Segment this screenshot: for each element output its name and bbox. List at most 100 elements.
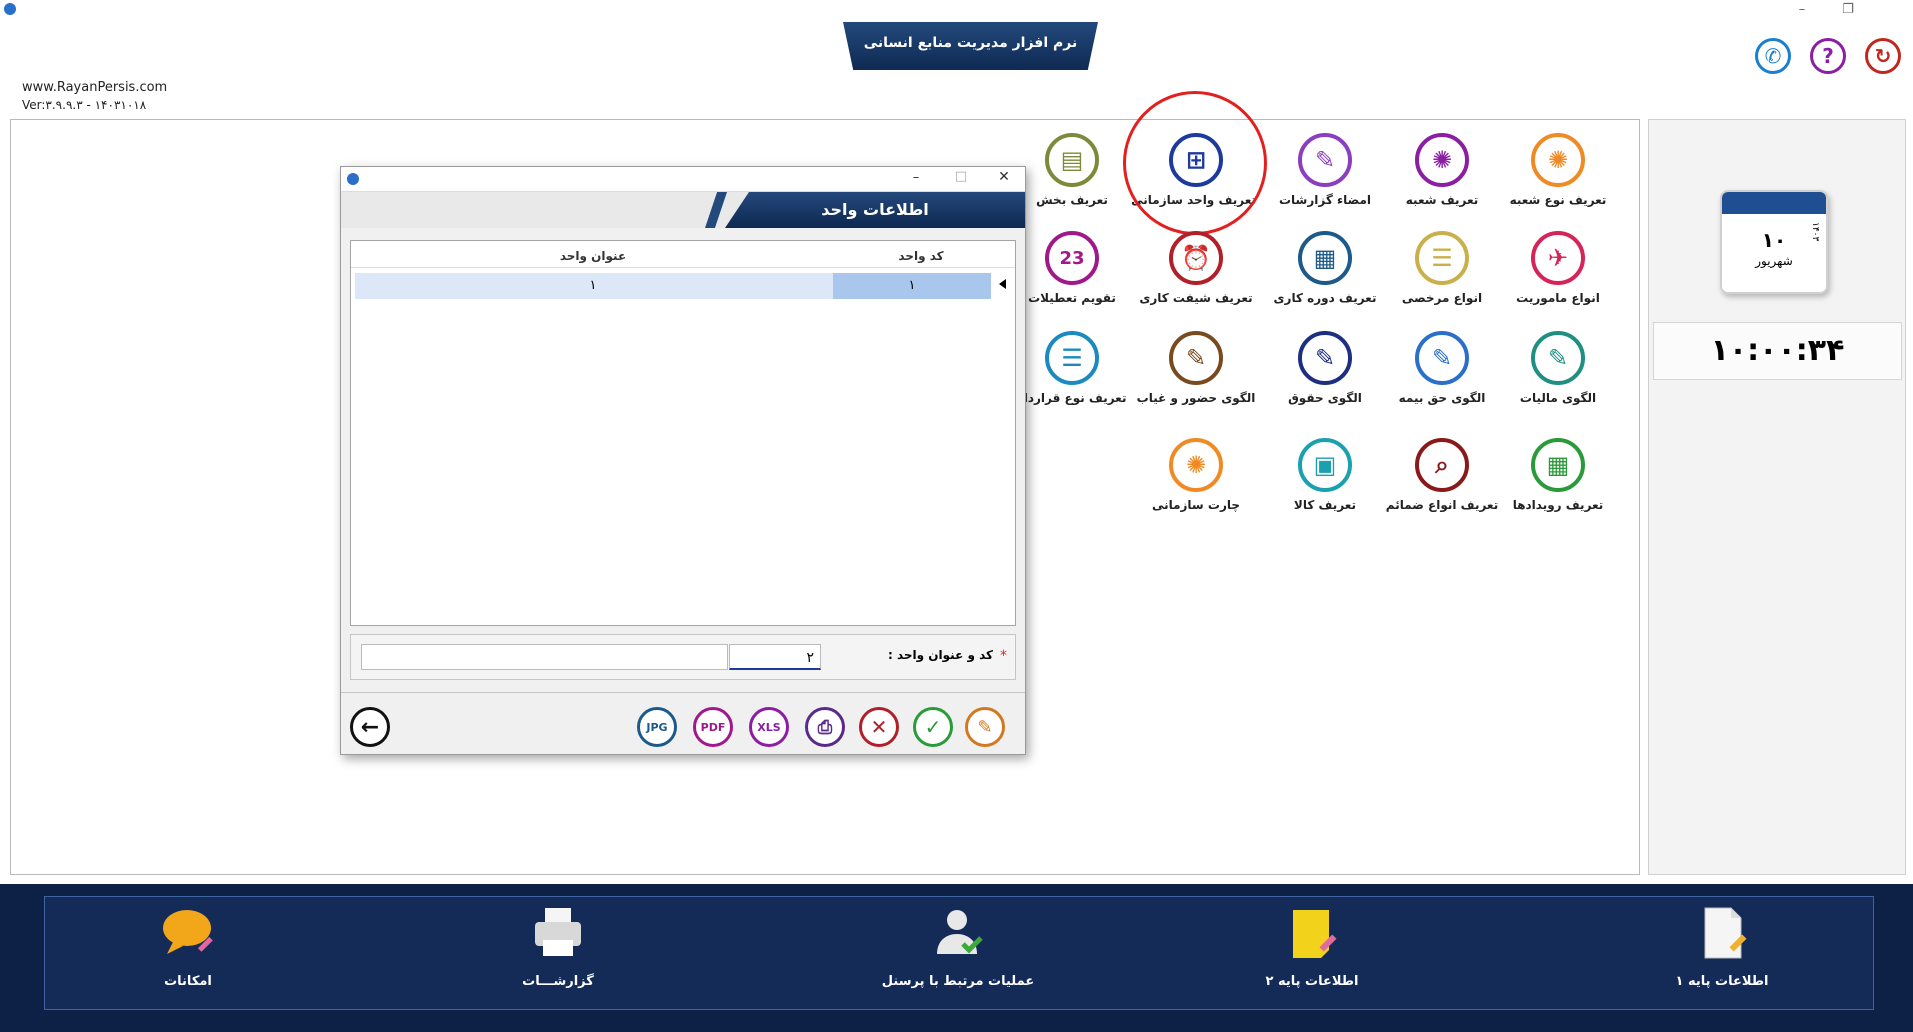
tile-label: تعریف انواع ضمائم [1385,498,1499,512]
nav-label: اطلاعات پایه ۲ [1265,974,1359,989]
tile-label: الگوی حضور و غیاب [1136,391,1256,405]
column-header-title[interactable]: عنوان واحد [355,245,831,267]
export-jpg-button[interactable]: JPG [637,707,677,747]
tile-label: الگوی حقوق [1288,391,1362,405]
unit-info-dialog: – □ ✕ اطلاعات واحد کد واحد عنوان واحد ۱ … [340,166,1026,755]
tile-work-shift[interactable]: ⏰ تعریف شیفت کاری [1136,231,1256,305]
work-period-icon: ▦ [1298,231,1352,285]
tile-insurance-pattern[interactable]: ✎ الگوی حق بیمه [1382,331,1502,405]
tile-label: الگوی مالیات [1519,391,1597,405]
tile-label: تعریف نوع قرارداد [1017,391,1127,405]
document-pencil-icon [1704,907,1747,959]
app-title-banner: نرم افزار مدیریت منابع انسانی رادیکال [843,22,1098,70]
paperclip-icon: ⌕ [1415,438,1469,492]
nav-base-info-2[interactable]: اطلاعات پایه ۲ [1202,904,1422,989]
confirm-button[interactable]: ✓ [913,707,953,747]
window-minimize-button[interactable]: – [1790,2,1814,17]
tile-org-chart[interactable]: ✺ چارت سازمانی [1136,438,1256,512]
goods-icon: ▣ [1298,438,1352,492]
contract-type-icon: ☰ [1045,331,1099,385]
clock-display: ۱۰:۰۰:۳۴ [1653,322,1902,380]
tile-mission-types[interactable]: ✈ انواع ماموریت [1498,231,1618,305]
tile-label: تعریف دوره کاری [1273,291,1377,305]
tile-attendance-pattern[interactable]: ✎ الگوی حضور و غیاب [1136,331,1256,405]
grid-header-divider [351,267,1015,268]
dialog-close-button[interactable]: ✕ [989,169,1019,185]
unit-input-row: * کد و عنوان واحد : ۲ [350,634,1016,680]
tile-tax-pattern[interactable]: ✎ الگوی مالیات [1498,331,1618,405]
tile-label: انواع ماموریت [1516,291,1600,305]
calendar-header [1722,192,1826,214]
print-button[interactable]: ⎙ [805,707,845,747]
dialog-toolbar: ← JPG PDF XLS ⎙ ✕ ✓ ✎ [341,692,1025,755]
required-mark: * [1000,648,1007,664]
chat-bubble-icon [163,910,213,954]
cell-code[interactable]: ۱ [833,273,991,299]
back-arrow-button[interactable]: ← [350,707,390,747]
export-pdf-button[interactable]: PDF [693,707,733,747]
tile-section[interactable]: ▤ تعریف بخش [1012,133,1132,207]
edit-button[interactable]: ✎ [965,707,1005,747]
tile-attachment-types[interactable]: ⌕ تعریف انواع ضمائم [1382,438,1502,512]
tile-salary-pattern[interactable]: ✎ الگوی حقوق [1265,331,1385,405]
dialog-logo-icon [347,173,359,185]
nav-label: عملیات مرتبط با پرسنل [881,974,1035,989]
unit-title-input[interactable] [361,644,728,670]
nav-facilities[interactable]: امکانات [78,904,298,989]
leave-types-icon: ☰ [1415,231,1469,285]
mission-types-icon: ✈ [1531,231,1585,285]
org-chart-icon: ✺ [1169,438,1223,492]
branch-icon: ✺ [1415,133,1469,187]
exit-icon[interactable]: ↻ [1865,38,1901,74]
tile-contract-type[interactable]: ☰ تعریف نوع قرارداد [1012,331,1132,405]
unit-field-label: کد و عنوان واحد : [887,648,993,662]
dialog-header: اطلاعات واحد [341,192,1025,228]
cell-title[interactable]: ۱ [355,273,831,299]
nav-personnel-ops[interactable]: عملیات مرتبط با پرسنل [848,904,1068,989]
column-header-code[interactable]: کد واحد [831,245,1011,267]
highlight-circle [1123,91,1267,235]
tile-branch-type[interactable]: ✺ تعریف نوع شعبه [1498,133,1618,207]
tile-leave-types[interactable]: ☰ انواع مرخصی [1382,231,1502,305]
unit-code-input[interactable]: ۲ [729,644,821,670]
insurance-pattern-icon: ✎ [1415,331,1469,385]
help-icon[interactable]: ? [1810,38,1846,74]
report-signature-icon: ✎ [1298,133,1352,187]
dialog-maximize-button[interactable]: □ [946,169,976,184]
tile-label: امضاء گزارشات [1278,193,1371,207]
nav-label: گزارشـــات [522,974,594,989]
branch-type-icon: ✺ [1531,133,1585,187]
tile-events[interactable]: ▦ تعریف رویدادها [1498,438,1618,512]
nav-base-info-1[interactable]: اطلاعات پایه ۱ [1612,904,1832,989]
tile-label: تعریف کالا [1293,498,1357,512]
tile-label: تعریف بخش [1036,193,1108,207]
window-restore-button[interactable]: ❐ [1836,2,1860,17]
header-stripe [705,192,727,228]
website-text: www.RayanPersis.com [22,80,168,95]
tile-report-signature[interactable]: ✎ امضاء گزارشات [1265,133,1385,207]
section-icon: ▤ [1045,133,1099,187]
salary-pattern-icon: ✎ [1298,331,1352,385]
version-text: Ver:۳.۹.۹.۳ - ۱۴۰۳۱۰۱۸ [22,98,147,112]
phone-icon[interactable]: ✆ [1755,38,1791,74]
dialog-minimize-button[interactable]: – [901,170,931,185]
alarm-clock-icon: ⏰ [1169,231,1223,285]
nav-reports[interactable]: گزارشـــات [448,904,668,989]
calendar-year: ۱۴۰۳ [1810,222,1820,242]
export-xls-button[interactable]: XLS [749,707,789,747]
tile-branch[interactable]: ✺ تعریف شعبه [1382,133,1502,207]
dialog-titlebar: – □ ✕ [341,167,1025,192]
tile-work-period[interactable]: ▦ تعریف دوره کاری [1265,231,1385,305]
tile-goods[interactable]: ▣ تعریف کالا [1265,438,1385,512]
printer-icon [535,908,581,956]
exit-glyph: ↻ [1874,44,1892,68]
calendar-widget: ۱۰ شهریور ۱۴۰۳ [1720,190,1828,294]
tile-label: تعریف شیفت کاری [1139,291,1253,305]
tile-holiday-calendar[interactable]: 23 تقویم تعطیلات [1012,231,1132,305]
dialog-title: اطلاعات واحد [725,192,1025,228]
cancel-button[interactable]: ✕ [859,707,899,747]
tile-label: الگوی حق بیمه [1398,391,1486,405]
calendar-month: شهریور [1755,254,1793,268]
tile-label: تعریف نوع شعبه [1509,193,1607,207]
phone-glyph: ✆ [1764,44,1782,68]
